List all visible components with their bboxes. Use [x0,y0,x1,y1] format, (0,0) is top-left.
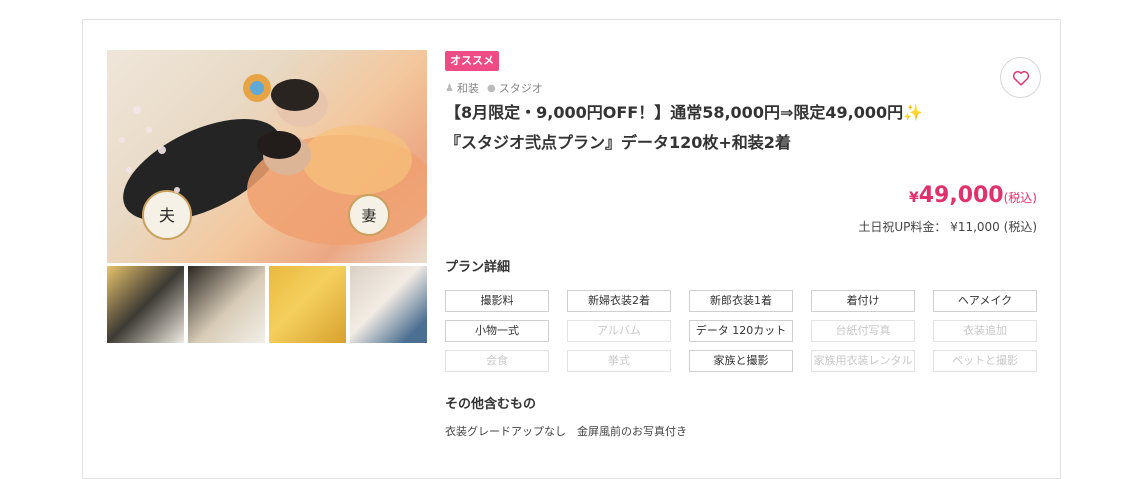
thumbnail-3[interactable] [269,266,346,343]
price-amount: 49,000 [918,183,1004,208]
plan-meta: ♟ 和装 ● スタジオ [445,80,543,96]
plan-item-2: 新婦衣装2着 [567,290,671,312]
plan-item-1: 撮影料 [445,290,549,312]
others-heading: その他含むもの [445,397,537,412]
thumbnail-1[interactable] [107,266,184,343]
plan-item-15: ペットと撮影 [933,350,1037,372]
couple-photo-illustration: 夫 妻 [119,74,427,245]
plan-title[interactable]: 【8月限定・9,000円OFF！】通常58,000円⇒限定49,000円✨ 『ス… [445,98,1005,158]
person-icon: ♟ [445,82,454,94]
plan-item-5: ヘアメイク [933,290,1037,312]
photo-mark-wife: 妻 [361,207,376,225]
heart-outline-icon [1012,70,1029,86]
plan-item-10: 衣装追加 [933,320,1037,342]
plan-price: ¥49,000(税込) [909,183,1037,208]
map-pin-icon: ● [486,82,496,94]
plan-item-13: 家族と撮影 [689,350,793,372]
plan-item-8: データ 120カット [689,320,793,342]
plan-item-14: 家族用衣装レンタル [811,350,915,372]
weekend-surcharge: 土日祝UP料金： ¥11,000 (税込) [858,220,1037,234]
plan-item-11: 会食 [445,350,549,372]
plan-item-12: 挙式 [567,350,671,372]
location-tag: ● スタジオ [486,82,543,95]
plan-item-6: 小物一式 [445,320,549,342]
thumbnail-4[interactable] [350,266,427,343]
sparkle-icon: ✨ [903,103,924,122]
plan-item-4: 着付け [811,290,915,312]
plan-details-grid: 撮影料 新婦衣装2着 新郎衣装1着 着付け ヘアメイク小物一式 アルバム データ 120カッ… [445,290,1037,372]
thumbnail-2[interactable] [188,266,265,343]
favorite-button[interactable] [1000,57,1041,98]
plan-item-3: 新郎衣装1着 [689,290,793,312]
plan-item-9: 台紙付写真 [811,320,915,342]
recommend-badge: オススメ [445,51,499,71]
price-tax-label: (税込) [1003,191,1037,205]
photo-mark-husband: 夫 [159,206,175,225]
costume-tag: ♟ 和装 [445,82,479,95]
price-currency: ¥ [908,190,919,206]
plan-item-7: アルバム [567,320,671,342]
plan-details-heading: プラン詳細 [445,260,511,275]
main-photo[interactable]: 夫 妻 [107,50,427,263]
others-text: 衣装グレードアップなし 金屏風前のお写真付き [445,425,687,438]
